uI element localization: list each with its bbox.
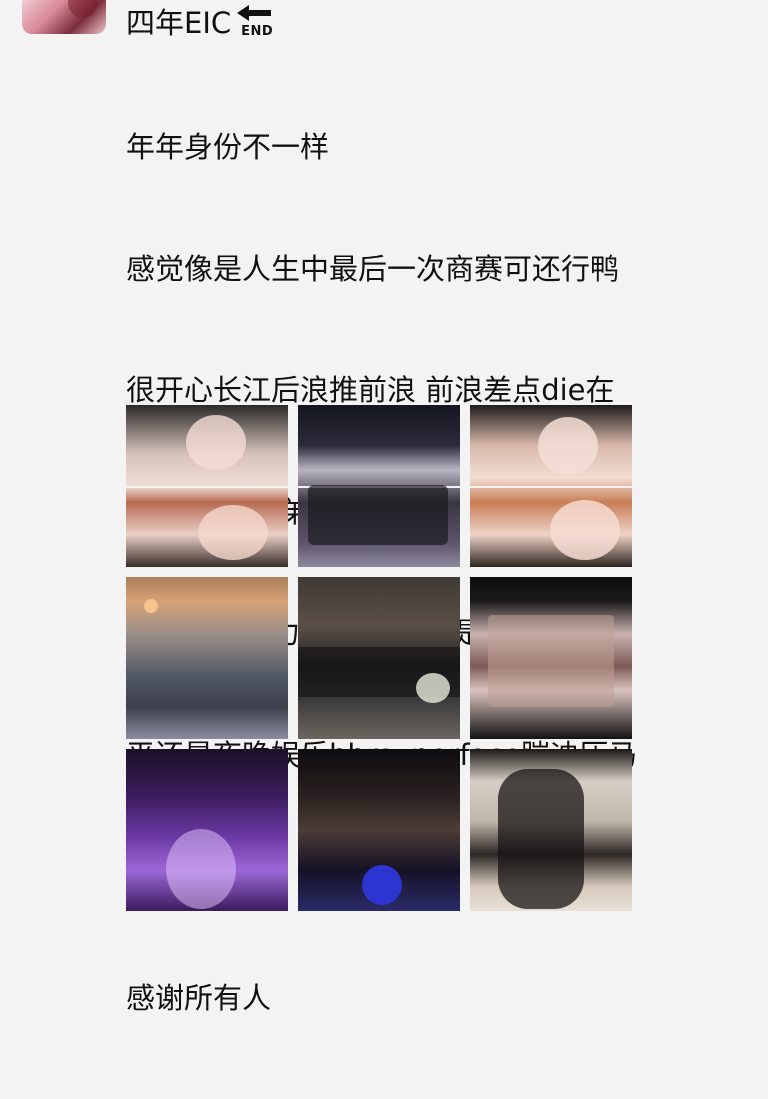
avatar[interactable] xyxy=(22,0,106,34)
face-shape xyxy=(550,500,620,560)
end-label: END xyxy=(241,24,274,39)
photo-group-stage[interactable] xyxy=(298,405,460,567)
group-shape xyxy=(308,485,448,545)
photo-party-purple[interactable] xyxy=(126,749,288,911)
face-shape xyxy=(186,415,246,470)
post-line: 感觉像是人生中最后一次商赛可还行鸭 xyxy=(126,251,620,286)
photo-sunset-city[interactable] xyxy=(126,577,288,739)
photo-mirror-selfie[interactable] xyxy=(470,749,632,911)
post-line: 感谢所有人 xyxy=(126,980,272,1015)
figure-shape xyxy=(166,829,236,909)
photo-banquet-hall[interactable] xyxy=(298,577,460,739)
photo-selfie-2[interactable] xyxy=(470,405,632,567)
flowers-shape xyxy=(416,673,450,703)
screen-shape xyxy=(488,615,614,707)
sun-shape xyxy=(144,599,158,613)
balloon-shape xyxy=(362,865,402,905)
photo-divider xyxy=(470,486,632,488)
photo-camera-screen[interactable] xyxy=(470,577,632,739)
end-arrow-icon: END xyxy=(235,4,275,42)
post-header: 四年EIC END xyxy=(126,0,756,46)
photo-selfie-1[interactable] xyxy=(126,405,288,567)
photo-divider xyxy=(126,486,288,488)
post-line: 年年身份不一样 xyxy=(126,130,330,164)
photo-night-balloon[interactable] xyxy=(298,749,460,911)
photo-grid xyxy=(126,405,632,911)
author-name[interactable]: 四年EIC xyxy=(126,0,231,46)
face-shape xyxy=(538,417,598,475)
figures-shape xyxy=(498,769,584,909)
face-shape xyxy=(198,505,268,560)
